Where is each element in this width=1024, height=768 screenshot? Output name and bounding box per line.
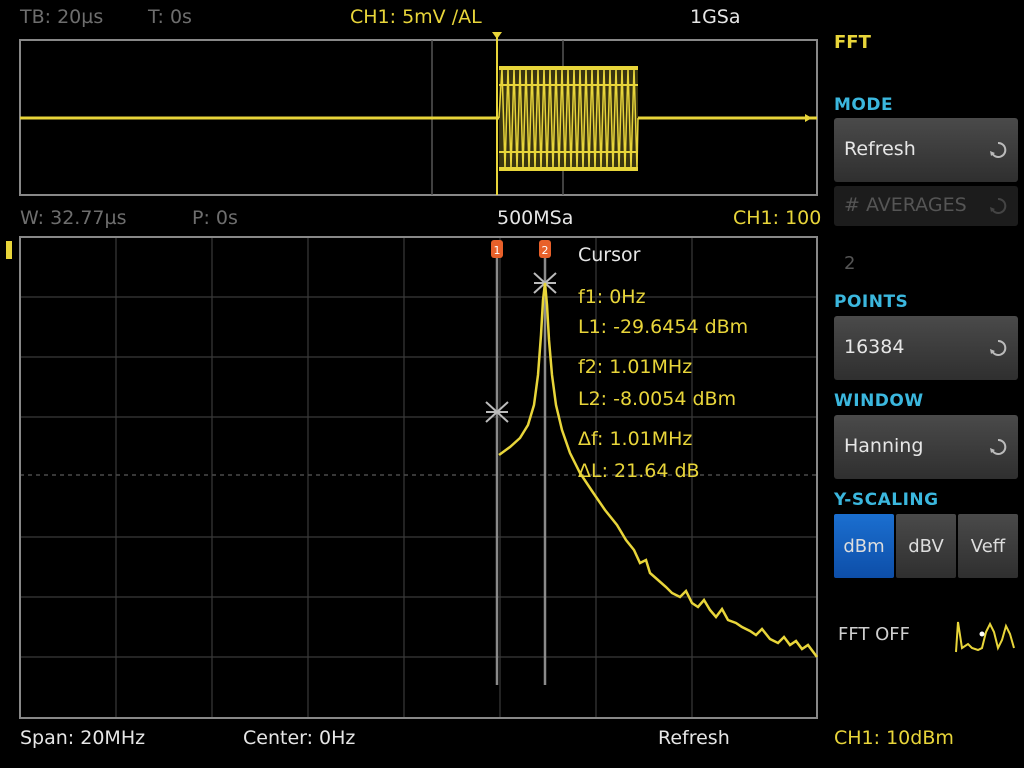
- vertical-scale-readout: CH1: 10dBm: [834, 727, 954, 749]
- rotary-knob-icon: [990, 438, 1007, 455]
- fft-off-button[interactable]: FFT OFF: [834, 600, 1018, 670]
- window-label: WINDOW: [834, 391, 924, 411]
- cursor-title: Cursor: [578, 244, 641, 266]
- cursor-l2: L2: -8.0054 dBm: [578, 388, 736, 410]
- svg-text:1: 1: [494, 244, 501, 257]
- cursor-marker-1[interactable]: 1: [491, 240, 503, 258]
- y-scaling-label: Y-SCALING: [834, 490, 939, 510]
- mode-value: Refresh: [844, 138, 916, 160]
- fft-off-label: FFT OFF: [838, 624, 910, 645]
- points-label: POINTS: [834, 292, 909, 312]
- fft-mode-readout: Refresh: [658, 727, 730, 749]
- trigger-marker-icon[interactable]: [492, 32, 502, 39]
- span-readout: Span: 20MHz: [20, 727, 146, 749]
- averages-value: 2: [844, 253, 856, 274]
- time-domain-view[interactable]: [0, 0, 830, 210]
- y-scaling-dbm-button[interactable]: dBm: [834, 514, 894, 578]
- cursor-delta-f: Δf: 1.01MHz: [578, 428, 692, 450]
- y-scaling-veff-button[interactable]: Veff: [958, 514, 1018, 578]
- fft-spectrum-icon: [955, 621, 1015, 653]
- points-value: 16384: [844, 336, 905, 358]
- mode-selector[interactable]: Refresh: [834, 118, 1018, 182]
- cursor-f2: f2: 1.01MHz: [578, 356, 692, 378]
- window-selector[interactable]: Hanning: [834, 415, 1018, 479]
- center-readout: Center: 0Hz: [243, 727, 356, 749]
- rotary-knob-icon: [990, 339, 1007, 356]
- cursor-l1: L1: -29.6454 dBm: [578, 316, 748, 338]
- channel-reference-marker[interactable]: [6, 241, 12, 259]
- svg-text:2: 2: [542, 244, 549, 257]
- rotary-knob-icon: [990, 141, 1007, 158]
- window-value: Hanning: [844, 435, 924, 457]
- y-scaling-dbv-button[interactable]: dBV: [896, 514, 956, 578]
- fft-spectrum-view[interactable]: 1 2 Cursor f1: 0Hz L1: -29.6454 dBm f2: …: [0, 225, 830, 725]
- cursor-marker-2[interactable]: 2: [539, 240, 551, 258]
- cursor-delta-l: ΔL: 21.64 dB: [578, 460, 700, 482]
- points-selector[interactable]: 16384: [834, 316, 1018, 380]
- averages-label: # AVERAGES: [844, 194, 967, 216]
- menu-title: FFT: [834, 32, 871, 53]
- rotary-knob-icon: [990, 197, 1007, 214]
- averages-control: # AVERAGES: [834, 186, 1018, 226]
- mode-label: MODE: [834, 95, 894, 115]
- cursor-f1: f1: 0Hz: [578, 286, 646, 308]
